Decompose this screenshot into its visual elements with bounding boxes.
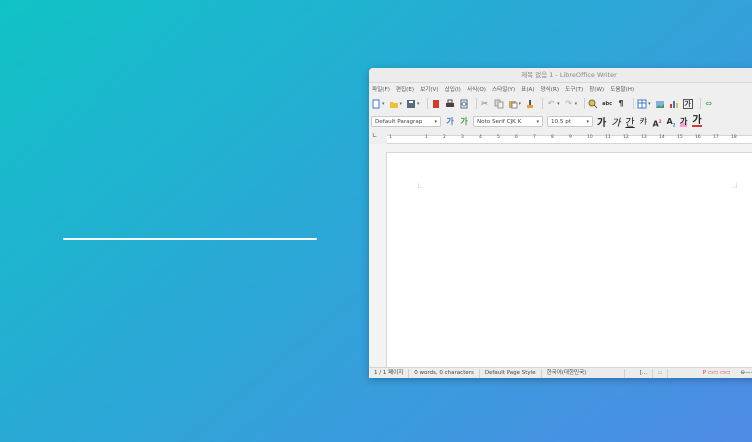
italic-button[interactable]: 가: [611, 114, 620, 129]
menu-insert[interactable]: 삽입(I): [445, 85, 461, 93]
ruler-tick-label: 14: [659, 135, 665, 140]
underline-button[interactable]: 간: [625, 114, 634, 129]
track-changes-icon[interactable]: ⇔: [704, 99, 714, 109]
menu-file[interactable]: 파일(F): [372, 85, 390, 93]
menu-view[interactable]: 보기(V): [420, 85, 438, 93]
highlight-button[interactable]: 가: [679, 116, 688, 127]
menu-format[interactable]: 서식(O): [467, 85, 486, 93]
formatting-marks-icon[interactable]: ¶: [616, 99, 626, 109]
ruler-tick-label: 5: [497, 135, 500, 140]
window-title: 제목 없음 1 - LibreOffice Writer: [369, 68, 752, 83]
menu-table[interactable]: 표(A): [521, 85, 534, 93]
clone-formatting-icon[interactable]: [525, 99, 535, 109]
formatting-toolbar: Default Paragrap ▾ 가 가 Noto Serif CJK K ▾ …: [369, 113, 752, 130]
insert-mode[interactable]: [...: [635, 368, 653, 378]
language[interactable]: 한국어(대한민국): [542, 368, 625, 378]
ruler-tick-label: 1: [389, 135, 392, 140]
menu-edit[interactable]: 편집(E): [396, 85, 414, 93]
font-name-select[interactable]: Noto Serif CJK K ▾: [473, 116, 543, 127]
insert-text-box-icon[interactable]: 가: [682, 98, 693, 109]
insert-table-icon[interactable]: [637, 99, 647, 109]
document-area: [369, 144, 752, 378]
ruler-tick-label: 12: [623, 135, 629, 140]
libreoffice-writer-window[interactable]: 제목 없음 1 - LibreOffice Writer 파일(F) 편집(E)…: [369, 68, 752, 378]
subscript-icon[interactable]: A2: [666, 117, 676, 128]
bold-button[interactable]: 가: [597, 114, 606, 129]
ruler-tick-label: 2: [443, 135, 446, 140]
copy-icon[interactable]: [494, 99, 504, 109]
ruler-tick-label: 4: [479, 135, 482, 140]
insert-chart-icon[interactable]: [669, 99, 679, 109]
print-icon[interactable]: [445, 99, 455, 109]
chevron-down-icon[interactable]: ▾: [417, 101, 420, 107]
ruler-tick-label: 3: [461, 135, 464, 140]
tab-stop-icon[interactable]: ∟: [372, 132, 377, 139]
open-folder-icon[interactable]: [389, 99, 399, 109]
ruler-tick-label: 13: [641, 135, 647, 140]
save-icon[interactable]: [406, 99, 416, 109]
standard-toolbar: ▾ ▾ ▾ ✂ ▾ ↶ ▾ ↷ ▾ abc ¶ ▾ 가 ⇔: [369, 95, 752, 112]
selection-mode-icon[interactable]: ▫: [653, 368, 668, 378]
undo-icon[interactable]: ↶: [546, 99, 556, 109]
font-size-select[interactable]: 10.5 pt ▾: [547, 116, 593, 127]
menu-bar: 파일(F) 편집(E) 보기(V) 삽입(I) 서식(O) 스타일(Y) 표(A…: [369, 83, 752, 94]
ruler-tick-label: 9: [569, 135, 572, 140]
ruler-tick-label: 6: [515, 135, 518, 140]
horizontal-ruler[interactable]: ∟ 1 1 2 3 4 5 6 7 8 9 10 11 12 13 14 15 16 17 18: [369, 132, 752, 144]
word-count[interactable]: 0 words, 0 characters: [409, 368, 480, 378]
paragraph-style-select[interactable]: Default Paragrap ▾: [371, 116, 441, 127]
ruler-strip: 1 1 2 3 4 5 6 7 8 9 10 11 12 13 14 15 16 17 18: [387, 135, 752, 144]
paste-icon[interactable]: [508, 99, 518, 109]
print-preview-icon[interactable]: [459, 99, 469, 109]
insert-image-icon[interactable]: [655, 99, 665, 109]
chevron-down-icon[interactable]: ▾: [648, 101, 651, 107]
menu-help[interactable]: 도움말(H): [610, 85, 634, 93]
document-page[interactable]: [386, 152, 752, 378]
loading-line: [63, 238, 317, 240]
export-pdf-icon[interactable]: [431, 99, 441, 109]
menu-tools[interactable]: 도구(T): [565, 85, 583, 93]
view-layout-icon[interactable]: P ▭▭ ▭▭: [698, 369, 736, 378]
menu-window[interactable]: 창(W): [589, 85, 604, 93]
chevron-down-icon[interactable]: ▾: [575, 101, 578, 107]
page-style[interactable]: Default Page Style: [480, 368, 542, 378]
ruler-tick-label: 8: [551, 135, 554, 140]
spelling-icon[interactable]: abc: [602, 99, 612, 109]
ruler-tick-label: 1: [425, 135, 428, 140]
zoom-slider[interactable]: ⊖—+: [735, 369, 752, 378]
ruler-tick-label: 15: [677, 135, 683, 140]
update-style-icon[interactable]: 가: [445, 117, 455, 127]
menu-form[interactable]: 양식(R): [541, 85, 560, 93]
menu-styles[interactable]: 스타일(Y): [492, 85, 515, 93]
new-document-icon[interactable]: [371, 99, 381, 109]
chevron-down-icon[interactable]: ▾: [557, 101, 560, 107]
ruler-tick-label: 10: [587, 135, 593, 140]
ruler-tick-label: 16: [695, 135, 701, 140]
ruler-tick-label: 7: [533, 135, 536, 140]
chevron-down-icon[interactable]: ▾: [400, 101, 403, 107]
crop-mark-top-left: [418, 183, 423, 188]
find-replace-icon[interactable]: [588, 99, 598, 109]
crop-mark-top-right: [732, 183, 737, 188]
cut-icon[interactable]: ✂: [480, 99, 490, 109]
ruler-tick-label: 17: [713, 135, 719, 140]
chevron-down-icon[interactable]: ▾: [382, 101, 385, 107]
ruler-tick-label: 18: [731, 135, 737, 140]
strikethrough-button[interactable]: 캬: [640, 116, 647, 127]
superscript-icon[interactable]: A2: [652, 117, 662, 129]
page-count[interactable]: 1 / 1 페이지: [369, 368, 410, 378]
chevron-down-icon[interactable]: ▾: [519, 101, 522, 107]
font-color-button[interactable]: 가: [692, 116, 702, 127]
new-style-icon[interactable]: 가: [459, 117, 469, 127]
status-bar: 1 / 1 페이지 0 words, 0 characters Default …: [369, 367, 752, 378]
ruler-tick-label: 11: [605, 135, 611, 140]
redo-icon[interactable]: ↷: [564, 99, 574, 109]
